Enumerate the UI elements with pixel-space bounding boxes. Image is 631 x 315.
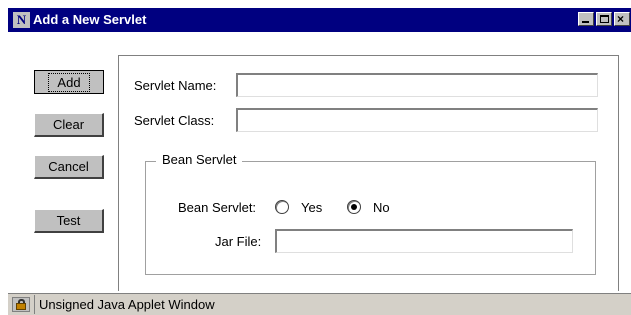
title-bar[interactable]: N Add a New Servlet × (8, 8, 631, 32)
jar-file-label: Jar File: (215, 234, 262, 249)
jar-file-input[interactable] (275, 229, 573, 253)
bean-servlet-no-label: No (373, 200, 390, 215)
add-button-label: Add (48, 72, 90, 92)
bean-servlet-group-label: Bean Servlet (156, 152, 243, 167)
padlock-body (16, 303, 26, 310)
unlocked-padlock-icon (12, 297, 30, 312)
bean-servlet-label: Bean Servlet: (178, 200, 257, 215)
minimize-icon (582, 21, 589, 23)
netscape-icon: N (13, 12, 30, 28)
minimize-button[interactable] (578, 12, 594, 26)
servlet-name-input[interactable] (236, 73, 598, 97)
bean-servlet-yes-label: Yes (301, 200, 323, 215)
servlet-class-label: Servlet Class: (134, 113, 215, 128)
status-text: Unsigned Java Applet Window (34, 295, 624, 314)
bean-servlet-no-radio[interactable] (347, 200, 361, 214)
test-button[interactable]: Test (34, 209, 104, 233)
clear-button[interactable]: Clear (34, 113, 104, 137)
bean-servlet-group (145, 161, 596, 275)
cancel-button[interactable]: Cancel (34, 155, 104, 179)
close-icon: × (617, 12, 625, 26)
maximize-button[interactable] (596, 12, 612, 26)
maximize-icon (600, 15, 609, 23)
bean-servlet-yes-radio[interactable] (275, 200, 289, 214)
servlet-name-label: Servlet Name: (134, 78, 217, 93)
status-bar: Unsigned Java Applet Window (8, 293, 631, 315)
close-button[interactable]: × (614, 12, 630, 26)
add-button[interactable]: Add (34, 70, 104, 94)
window-title: Add a New Servlet (33, 12, 147, 27)
servlet-class-input[interactable] (236, 108, 598, 132)
